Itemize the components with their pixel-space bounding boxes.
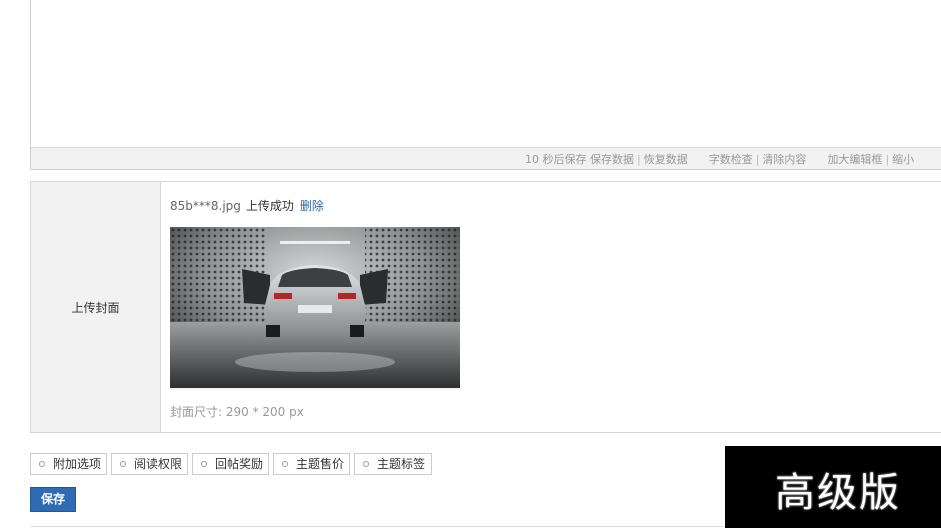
cover-upload-table: 上传封面 85b***8.jpg 上传成功 删除 封面尺寸: 290 * 200… (30, 181, 941, 433)
cover-preview-image (170, 227, 460, 390)
cover-label: 上传封面 (71, 300, 120, 315)
editor-status-bar: 10 秒后保存 保存数据 | 恢复数据 字数检查 | 清除内容 加大编辑框 | 缩小 (31, 147, 941, 169)
save-button[interactable]: 保存 (30, 487, 76, 512)
divider: | (885, 153, 890, 166)
option-label: 附加选项 (53, 457, 102, 471)
uploaded-filename: 85b***8.jpg (170, 199, 241, 213)
upload-status-line: 85b***8.jpg 上传成功 删除 (170, 197, 324, 214)
watermark-text: 高级版 (775, 470, 901, 516)
option-read-permission-button[interactable]: 阅读权限 (111, 453, 188, 475)
enlarge-editor-link[interactable]: 加大编辑框 (827, 153, 882, 166)
option-tags-button[interactable]: 主题标签 (354, 453, 432, 475)
delete-cover-link[interactable]: 删除 (300, 199, 324, 213)
option-label: 主题标签 (377, 457, 426, 471)
bullet-icon (282, 461, 288, 467)
restore-data-link[interactable]: 恢复数据 (644, 153, 688, 166)
autosave-countdown: 10 秒后保存 (525, 153, 587, 166)
bullet-icon (201, 461, 207, 467)
shrink-editor-link[interactable]: 缩小 (892, 153, 914, 166)
divider: | (755, 153, 760, 166)
option-extra-button[interactable]: 附加选项 (30, 453, 107, 475)
divider: | (637, 153, 641, 166)
watermark-overlay: 高级版 (725, 446, 941, 528)
cover-size-note: 封面尺寸: 290 * 200 px (170, 405, 304, 419)
option-price-button[interactable]: 主题售价 (273, 453, 350, 475)
cover-content-cell: 85b***8.jpg 上传成功 删除 封面尺寸: 290 * 200 px (161, 182, 941, 432)
word-check-link[interactable]: 字数检查 (709, 153, 753, 166)
option-label: 回帖奖励 (215, 457, 264, 471)
editor-area[interactable]: 10 秒后保存 保存数据 | 恢复数据 字数检查 | 清除内容 加大编辑框 | 缩小 (30, 0, 941, 170)
bullet-icon (120, 461, 126, 467)
editor-status-links: 10 秒后保存 保存数据 | 恢复数据 字数检查 | 清除内容 加大编辑框 | 缩小 (525, 151, 914, 167)
option-reply-reward-button[interactable]: 回帖奖励 (192, 453, 269, 475)
clear-content-link[interactable]: 清除内容 (762, 153, 806, 166)
upload-success-text: 上传成功 (245, 199, 294, 213)
option-label: 主题售价 (296, 457, 345, 471)
divider (30, 526, 730, 527)
save-data-link[interactable]: 保存数据 (590, 153, 634, 166)
bullet-icon (39, 461, 45, 467)
bullet-icon (363, 461, 369, 467)
car-showroom-illustration (170, 227, 460, 390)
option-label: 阅读权限 (134, 457, 183, 471)
cover-label-cell: 上传封面 (31, 182, 161, 432)
